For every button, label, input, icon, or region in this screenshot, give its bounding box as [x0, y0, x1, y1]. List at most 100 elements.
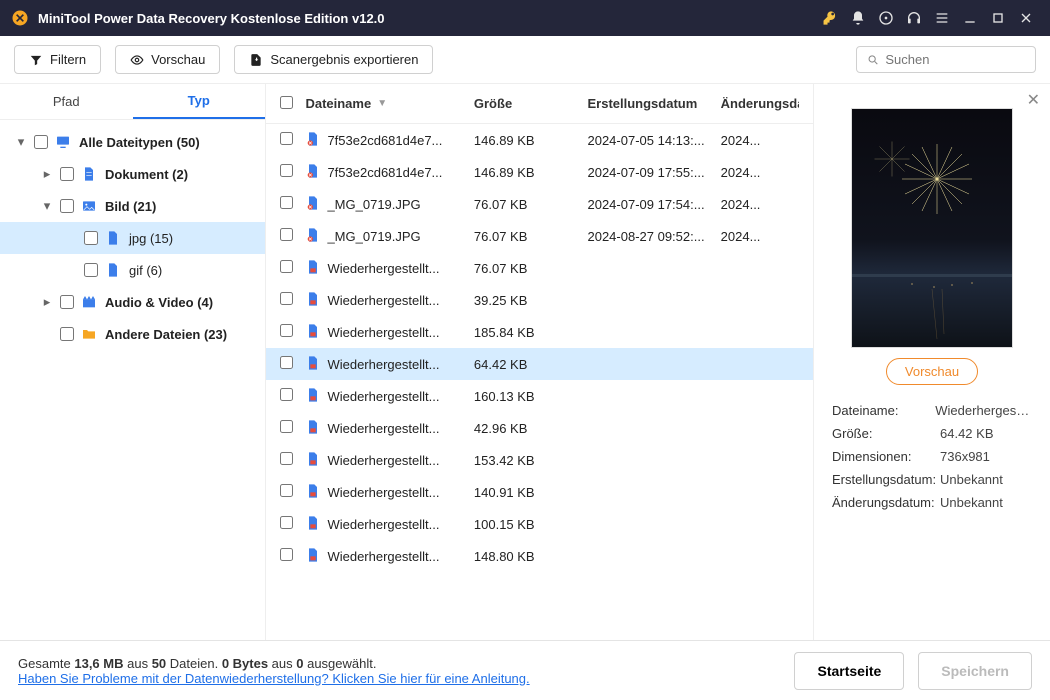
- col-size[interactable]: Größe: [474, 96, 588, 111]
- close-icon[interactable]: [1012, 4, 1040, 32]
- sidebar-tabs: Pfad Typ: [0, 84, 265, 120]
- table-row[interactable]: Wiederhergestellt...153.42 KB: [266, 444, 813, 476]
- row-checkbox[interactable]: [280, 164, 293, 177]
- row-checkbox[interactable]: [280, 452, 293, 465]
- menu-icon[interactable]: [928, 4, 956, 32]
- table-row[interactable]: _MG_0719.JPG76.07 KB2024-08-27 09:52:...…: [266, 220, 813, 252]
- meta-dimensions-value: 736x981: [940, 449, 990, 464]
- help-link[interactable]: Haben Sie Probleme mit der Datenwiederhe…: [18, 671, 530, 686]
- file-name: Wiederhergestellt...: [327, 485, 439, 500]
- file-icon: [305, 515, 321, 534]
- tab-path[interactable]: Pfad: [0, 84, 133, 119]
- tree-check-document[interactable]: [60, 167, 74, 181]
- table-row[interactable]: _MG_0719.JPG76.07 KB2024-07-09 17:54:...…: [266, 188, 813, 220]
- bell-icon[interactable]: [844, 4, 872, 32]
- maximize-icon[interactable]: [984, 4, 1012, 32]
- type-tree: ▾ Alle Dateitypen (50) ▸ Dokument (2) ▾ …: [0, 120, 265, 350]
- tree-check-all[interactable]: [34, 135, 48, 149]
- file-name: 7f53e2cd681d4e7...: [327, 165, 442, 180]
- col-modified[interactable]: Änderungsdatum: [721, 96, 799, 111]
- row-checkbox[interactable]: [280, 292, 293, 305]
- row-checkbox[interactable]: [280, 260, 293, 273]
- export-button[interactable]: Scanergebnis exportieren: [234, 45, 433, 74]
- chevron-right-icon[interactable]: ▸: [40, 166, 54, 182]
- row-checkbox[interactable]: [280, 420, 293, 433]
- table-row[interactable]: Wiederhergestellt...42.96 KB: [266, 412, 813, 444]
- file-icon: [305, 419, 321, 438]
- tree-node-all[interactable]: ▾ Alle Dateitypen (50): [0, 126, 265, 158]
- file-name: Wiederhergestellt...: [327, 261, 439, 276]
- tree-check-gif[interactable]: [84, 263, 98, 277]
- file-icon: [305, 195, 321, 214]
- minimize-icon[interactable]: [956, 4, 984, 32]
- row-checkbox[interactable]: [280, 548, 293, 561]
- table-row[interactable]: Wiederhergestellt...148.80 KB: [266, 540, 813, 572]
- save-button[interactable]: Speichern: [918, 652, 1032, 690]
- funnel-icon: [29, 53, 43, 67]
- table-row[interactable]: 7f53e2cd681d4e7...146.89 KB2024-07-05 14…: [266, 124, 813, 156]
- preview-button[interactable]: Vorschau: [115, 45, 220, 74]
- gif-file-icon: [104, 261, 122, 279]
- file-name: 7f53e2cd681d4e7...: [327, 133, 442, 148]
- file-table: Dateiname▼ Größe Erstellungsdatum Änderu…: [266, 84, 814, 640]
- row-checkbox[interactable]: [280, 516, 293, 529]
- home-button[interactable]: Startseite: [794, 652, 904, 690]
- table-row[interactable]: Wiederhergestellt...160.13 KB: [266, 380, 813, 412]
- tree-node-image[interactable]: ▾ Bild (21): [0, 190, 265, 222]
- meta-modified-value: Unbekannt: [940, 495, 1003, 510]
- file-size: 160.13 KB: [474, 389, 588, 404]
- file-modified: 2024...: [721, 229, 799, 244]
- tree-label-all: Alle Dateitypen (50): [79, 135, 200, 150]
- file-name: Wiederhergestellt...: [327, 453, 439, 468]
- table-row[interactable]: Wiederhergestellt...76.07 KB: [266, 252, 813, 284]
- titlebar: MiniTool Power Data Recovery Kostenlose …: [0, 0, 1050, 36]
- row-checkbox[interactable]: [280, 388, 293, 401]
- row-checkbox[interactable]: [280, 484, 293, 497]
- preview-open-button[interactable]: Vorschau: [886, 358, 978, 385]
- tree-node-av[interactable]: ▸ Audio & Video (4): [0, 286, 265, 318]
- row-checkbox[interactable]: [280, 132, 293, 145]
- tab-type[interactable]: Typ: [133, 84, 266, 119]
- row-checkbox[interactable]: [280, 356, 293, 369]
- tree-node-gif[interactable]: gif (6): [0, 254, 265, 286]
- table-row[interactable]: Wiederhergestellt... 100.15 KB: [266, 508, 813, 540]
- tree-check-other[interactable]: [60, 327, 74, 341]
- table-row[interactable]: 7f53e2cd681d4e7...146.89 KB2024-07-09 17…: [266, 156, 813, 188]
- chevron-down-icon[interactable]: ▾: [40, 198, 54, 214]
- search-box[interactable]: [856, 46, 1036, 73]
- meta-size-value: 64.42 KB: [940, 426, 994, 441]
- file-name: Wiederhergestellt...: [327, 421, 439, 436]
- tree-label-other: Andere Dateien (23): [105, 327, 227, 342]
- filter-button[interactable]: Filtern: [14, 45, 101, 74]
- table-row[interactable]: Wiederhergestellt...185.84 KB: [266, 316, 813, 348]
- tree-node-jpg[interactable]: jpg (15): [0, 222, 265, 254]
- tree-node-document[interactable]: ▸ Dokument (2): [0, 158, 265, 190]
- close-preview-icon[interactable]: ✕: [1027, 90, 1040, 110]
- file-icon: [305, 131, 321, 150]
- file-size: 100.15 KB: [474, 517, 588, 532]
- tree-node-other[interactable]: Andere Dateien (23): [0, 318, 265, 350]
- key-icon[interactable]: [816, 4, 844, 32]
- col-created[interactable]: Erstellungsdatum: [587, 96, 720, 111]
- file-icon: [305, 387, 321, 406]
- select-all-checkbox[interactable]: [280, 96, 293, 109]
- row-checkbox[interactable]: [280, 196, 293, 209]
- file-icon: [305, 483, 321, 502]
- row-checkbox[interactable]: [280, 228, 293, 241]
- row-checkbox[interactable]: [280, 324, 293, 337]
- table-row[interactable]: Wiederhergestellt...140.91 KB: [266, 476, 813, 508]
- headphones-icon[interactable]: [900, 4, 928, 32]
- file-size: 76.07 KB: [474, 197, 588, 212]
- chevron-right-icon[interactable]: ▸: [40, 294, 54, 310]
- search-input[interactable]: [885, 52, 1025, 67]
- col-name[interactable]: Dateiname▼: [305, 96, 473, 111]
- tree-check-av[interactable]: [60, 295, 74, 309]
- chevron-down-icon[interactable]: ▾: [14, 134, 28, 150]
- disc-icon[interactable]: [872, 4, 900, 32]
- tree-check-jpg[interactable]: [84, 231, 98, 245]
- file-size: 64.42 KB: [474, 357, 588, 372]
- tree-check-image[interactable]: [60, 199, 74, 213]
- table-row[interactable]: Wiederhergestellt...64.42 KB: [266, 348, 813, 380]
- table-row[interactable]: Wiederhergestellt...39.25 KB: [266, 284, 813, 316]
- file-name: Wiederhergestellt...: [327, 517, 439, 532]
